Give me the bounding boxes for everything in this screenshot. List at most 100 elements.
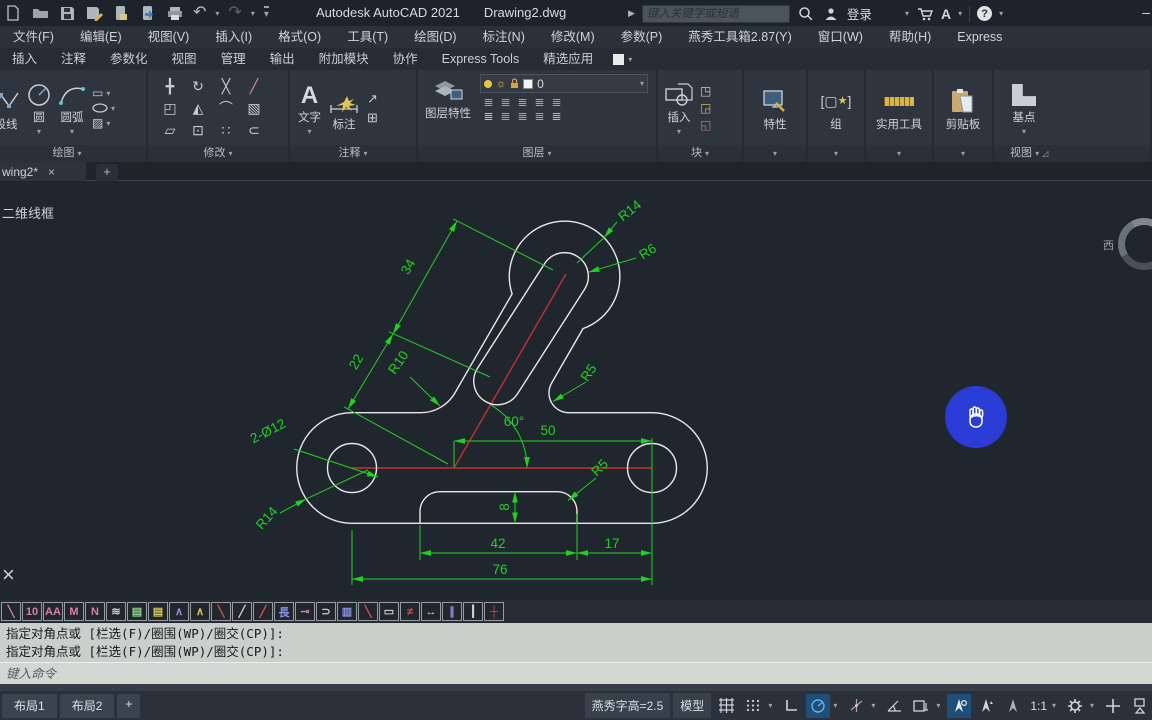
circle-button[interactable]: 圆 ▾ (26, 78, 52, 138)
panel-modify-footer[interactable]: 修改 ▾ (148, 145, 288, 162)
yanxiu-tool-icon[interactable]: ▭ (379, 602, 399, 621)
layer-tool-icon[interactable]: ≣ (517, 110, 527, 122)
ribbon-tab[interactable]: 管理 (209, 48, 258, 70)
toolbar-close-icon[interactable]: × (2, 564, 15, 586)
ribbon-tab[interactable]: 参数化 (98, 48, 160, 70)
yanxiu-tool-icon[interactable]: ┼ (484, 602, 504, 621)
angle-snap-icon[interactable] (882, 693, 907, 718)
layer-tool-icon[interactable]: ≣ (517, 96, 527, 108)
panel-group-footer[interactable]: ▾ (808, 145, 864, 162)
modify-tool-icon[interactable]: ⊡ (192, 122, 204, 139)
dynamic-input-icon[interactable] (909, 693, 934, 718)
redo-icon[interactable]: ↷ (228, 5, 241, 21)
text-button[interactable]: A 文字 ▾ (298, 78, 321, 138)
save-icon[interactable] (58, 4, 76, 22)
yanxiu-tool-icon[interactable]: ╱ (232, 602, 252, 621)
customization-gear-icon[interactable] (1063, 693, 1087, 718)
gear-caret-icon[interactable]: ▾ (1090, 701, 1098, 710)
ribbon-tab[interactable]: 精选应用 (531, 48, 605, 70)
save-as-icon[interactable] (85, 4, 103, 22)
yanxiu-tool-icon[interactable]: ╲ (1, 602, 21, 621)
new-document-tab-button[interactable]: + (96, 164, 118, 181)
move-statusbar-icon[interactable] (1101, 693, 1125, 718)
yanxiu-tool-icon[interactable]: 長 (274, 602, 294, 621)
yanxiu-tool-icon[interactable]: ┃ (463, 602, 483, 621)
layer-tool-icon[interactable]: ≣ (500, 110, 510, 122)
ribbon-tab[interactable]: 输出 (258, 48, 307, 70)
edit-block-icon[interactable]: ◲ (700, 101, 711, 115)
yanxiu-tool-icon[interactable]: ∧ (190, 602, 210, 621)
layout-tab-1[interactable]: 布局1 (2, 694, 57, 718)
layer-select[interactable]: ☼ 0 ▾ (480, 74, 648, 93)
layer-tool-icon[interactable]: ≣ (551, 96, 561, 108)
panel-annotate-footer[interactable]: 注释 ▾ (290, 145, 416, 162)
viewcube-compass[interactable]: 西 (1103, 212, 1152, 276)
yanxiu-tool-icon[interactable]: ╲ (358, 602, 378, 621)
modify-tool-icon[interactable]: ↻ (192, 78, 204, 95)
isolate-objects-icon[interactable] (1128, 693, 1152, 718)
group-button[interactable]: [▢ ★] 组 (821, 85, 852, 132)
polar-caret-icon[interactable]: ▾ (833, 701, 841, 710)
yanxiu-tool-icon[interactable]: ▤ (127, 602, 147, 621)
minimize-button[interactable]: – (1142, 0, 1150, 24)
menu-item[interactable]: 修改(M) (538, 26, 608, 48)
modify-tool-icon[interactable]: ╳ (222, 78, 230, 95)
menu-item[interactable]: 绘图(D) (401, 26, 469, 48)
menu-item[interactable]: 窗口(W) (805, 26, 876, 48)
signin-label[interactable]: 登录 (847, 4, 872, 23)
user-icon[interactable] (822, 5, 840, 23)
viewport-style-label[interactable]: 二维线框 (2, 203, 54, 222)
yanxiu-tool-icon[interactable]: ∧ (169, 602, 189, 621)
grid-icon[interactable] (714, 693, 739, 718)
panel-draw-footer[interactable]: 绘图 ▾ (0, 145, 146, 162)
compass-west-label[interactable]: 西 (1103, 237, 1114, 253)
menu-item[interactable]: 标注(N) (470, 26, 538, 48)
table-icon[interactable]: ⊞ (367, 110, 378, 126)
modify-tool-icon[interactable]: ◭ (193, 100, 204, 117)
ribbon-tab[interactable]: Express Tools (430, 48, 532, 70)
undo-icon[interactable]: ↶ (193, 5, 206, 21)
panel-utilities-footer[interactable]: ▾ (866, 145, 932, 162)
redo-dropdown-icon[interactable]: ▾ (251, 9, 255, 18)
yanxiu-tool-icon[interactable]: ≋ (106, 602, 126, 621)
layer-tool-icon[interactable]: ≣ (500, 96, 510, 108)
panel-view-footer[interactable]: 视图 ▾ ◿ (994, 145, 1150, 162)
yanxiu-tool-icon[interactable]: M (64, 602, 84, 621)
menu-item[interactable]: 视图(V) (135, 26, 203, 48)
edit-attributes-icon[interactable]: ◱ (700, 118, 711, 132)
annotation-visibility-icon[interactable] (947, 693, 972, 718)
yanxiu-tool-icon[interactable]: ≠ (400, 602, 420, 621)
menu-item[interactable]: 燕秀工具箱2.87(Y) (675, 26, 805, 48)
yanxiu-tool-icon[interactable]: ▥ (337, 602, 357, 621)
customize-qat-icon[interactable]: ▾ (263, 6, 269, 20)
annotation-scale-value[interactable]: 1:1 (1028, 699, 1049, 713)
search-input[interactable] (641, 4, 790, 23)
modify-tool-icon[interactable]: ▱ (165, 122, 176, 139)
hatch-button[interactable]: ▨ ▾ (92, 116, 115, 130)
menu-item[interactable]: 编辑(E) (67, 26, 135, 48)
modify-tool-icon[interactable]: ▧ (247, 100, 260, 117)
plot-icon[interactable] (166, 4, 184, 22)
osnap-caret-icon[interactable]: ▾ (871, 701, 879, 710)
menu-item[interactable]: 格式(O) (265, 26, 334, 48)
search-icon[interactable] (797, 5, 815, 23)
panel-layers-footer[interactable]: 图层 ▾ (418, 145, 656, 162)
new-file-icon[interactable] (4, 4, 22, 22)
menu-item[interactable]: Express (944, 26, 1015, 48)
layer-tool-icon[interactable]: ≣ (534, 96, 544, 108)
yanxiu-tool-icon[interactable]: 10 (22, 602, 42, 621)
menu-item[interactable]: 参数(P) (608, 26, 676, 48)
multileader-icon[interactable]: ↗ (367, 91, 378, 107)
menu-item[interactable]: 帮助(H) (876, 26, 944, 48)
modify-tool-icon[interactable]: ◰ (163, 100, 176, 117)
snap-caret-icon[interactable]: ▾ (768, 701, 776, 710)
utilities-button[interactable]: 实用工具 (876, 85, 922, 132)
pan-touch-indicator[interactable] (945, 386, 1007, 448)
help-dropdown-icon[interactable]: ▾ (999, 9, 1003, 18)
menu-item[interactable]: 插入(I) (202, 26, 265, 48)
insert-block-button[interactable]: 插入 ▾ (664, 78, 694, 138)
yanxiu-tool-icon[interactable]: AA (43, 602, 63, 621)
new-layout-button[interactable]: + (117, 694, 141, 718)
panel-clipboard-footer[interactable]: ▾ (934, 145, 992, 162)
search-expand-icon[interactable]: ▶ (628, 8, 635, 19)
